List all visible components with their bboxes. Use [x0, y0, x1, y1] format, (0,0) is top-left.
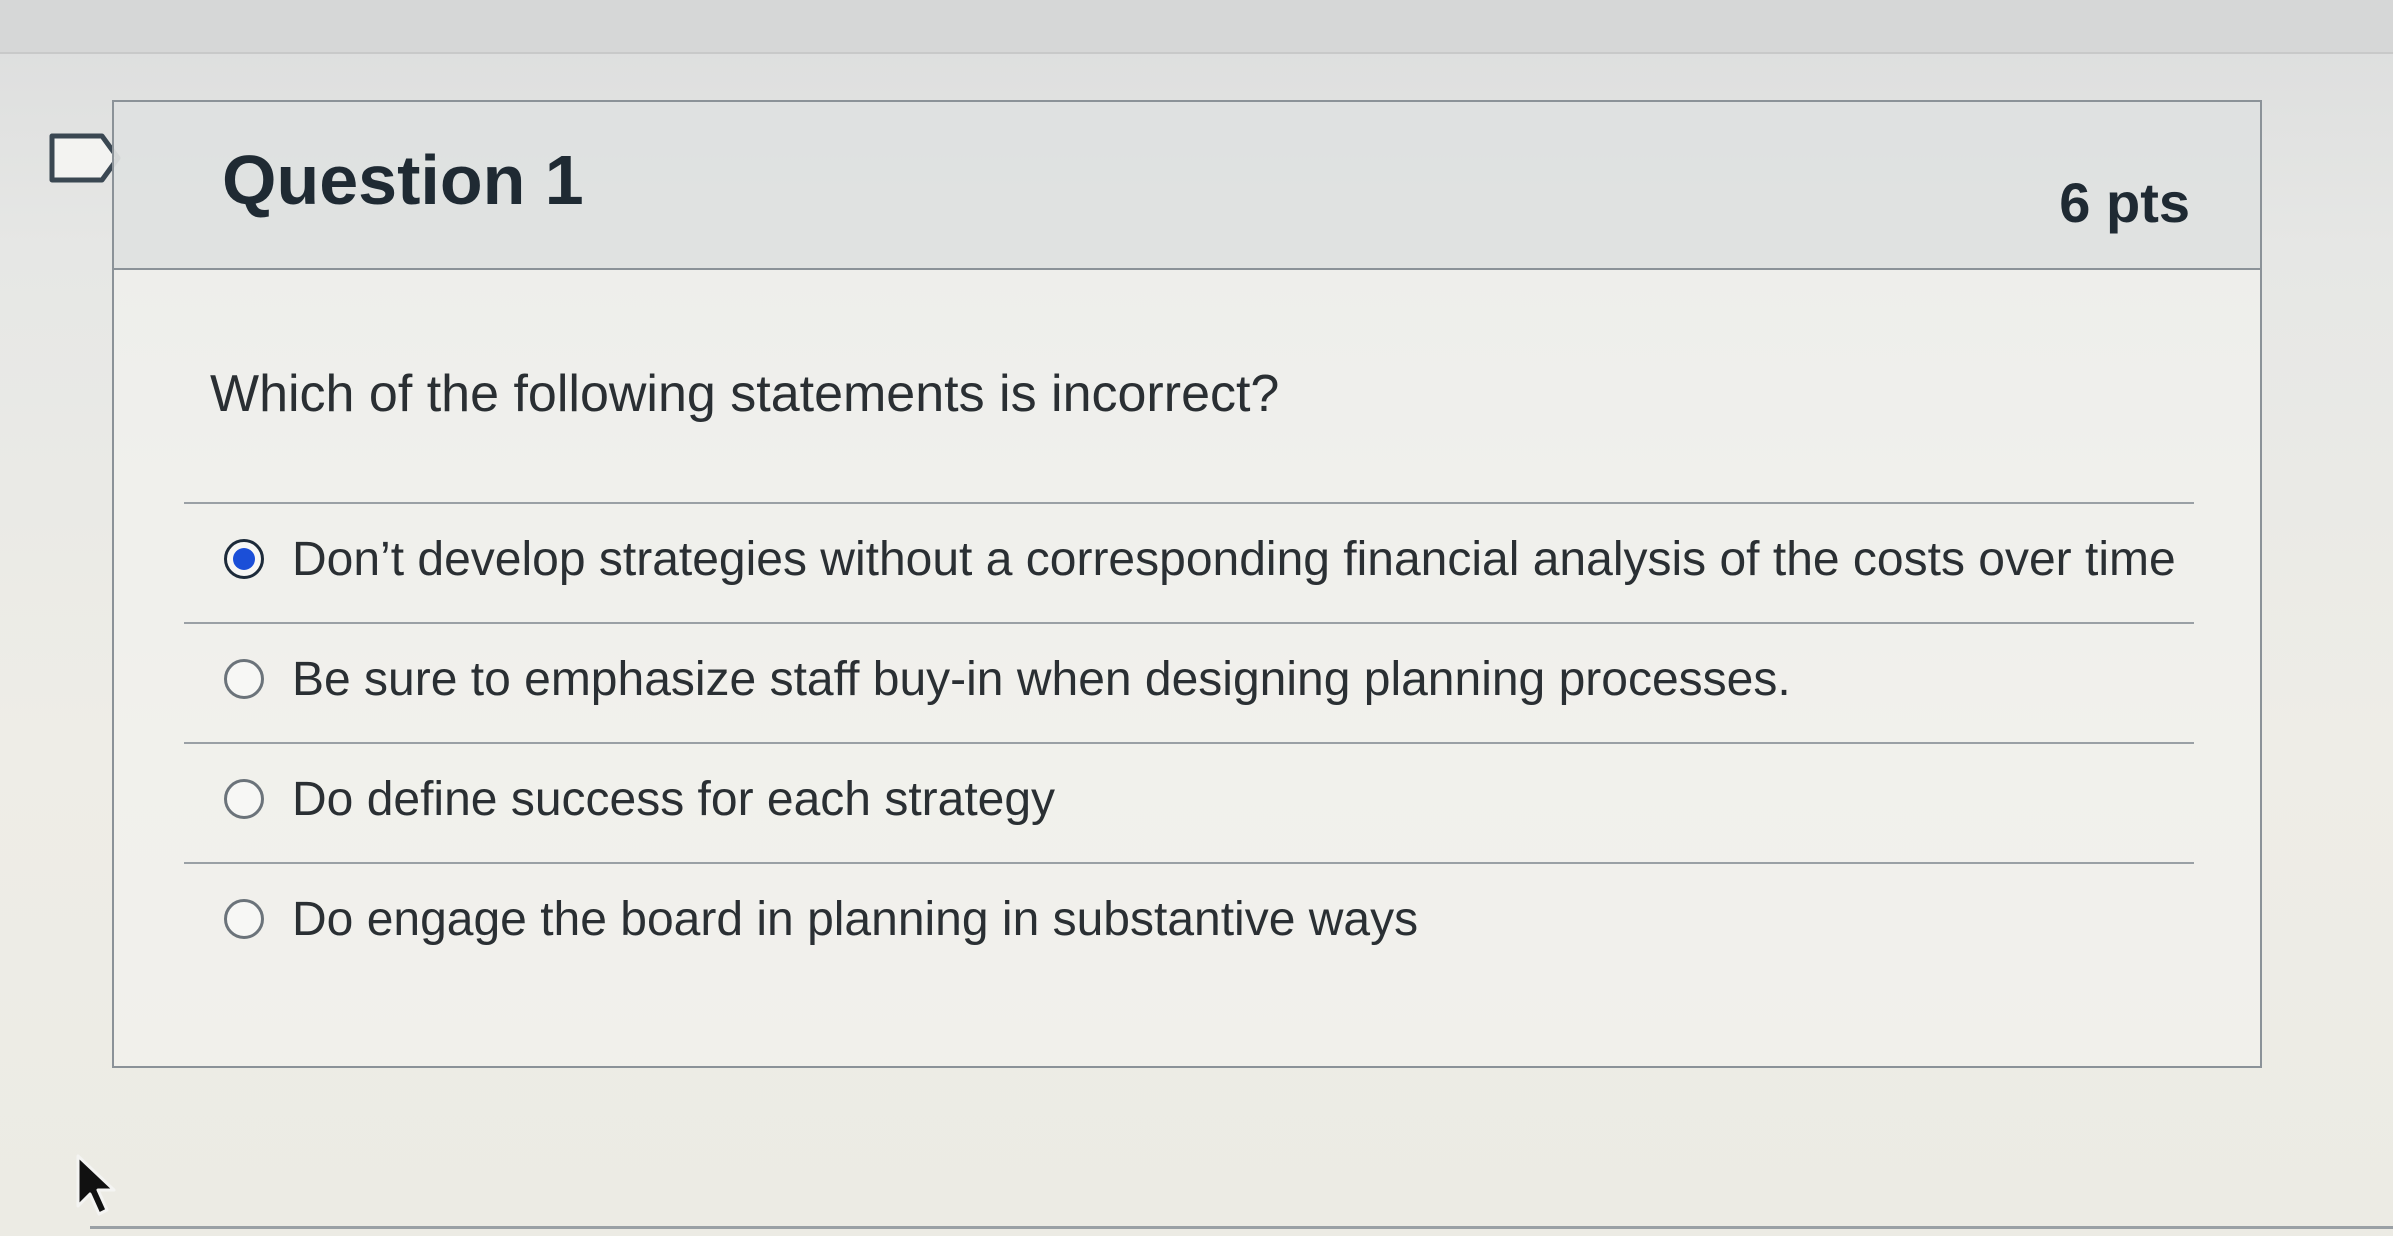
radio-button-selected[interactable] — [224, 539, 264, 579]
answer-option[interactable]: Don’t develop strategies without a corre… — [184, 502, 2194, 622]
answer-label[interactable]: Do engage the board in planning in subst… — [292, 892, 1418, 947]
answer-label[interactable]: Do define success for each strategy — [292, 772, 1055, 827]
question-header: Question 1 6 pts — [114, 102, 2260, 270]
question-text: Which of the following statements is inc… — [210, 365, 1280, 423]
answer-label[interactable]: Don’t develop strategies without a corre… — [292, 532, 2176, 587]
answer-option[interactable]: Be sure to emphasize staff buy-in when d… — [184, 622, 2194, 742]
mouse-pointer-icon — [76, 1154, 116, 1216]
question-title: Question 1 — [222, 141, 584, 219]
answer-option[interactable]: Do define success for each strategy — [184, 742, 2194, 862]
radio-button[interactable] — [224, 659, 264, 699]
radio-button[interactable] — [224, 779, 264, 819]
question-points: 6 pts — [2059, 171, 2190, 234]
flag-icon[interactable] — [48, 132, 122, 184]
divider — [90, 1226, 2393, 1229]
radio-button[interactable] — [224, 899, 264, 939]
answer-option[interactable]: Do engage the board in planning in subst… — [184, 862, 2194, 982]
browser-top-strip — [0, 0, 2393, 54]
question-card: Question 1 6 pts Which of the following … — [112, 100, 2262, 1068]
answer-label[interactable]: Be sure to emphasize staff buy-in when d… — [292, 652, 1791, 707]
answer-list: Don’t develop strategies without a corre… — [184, 502, 2194, 982]
